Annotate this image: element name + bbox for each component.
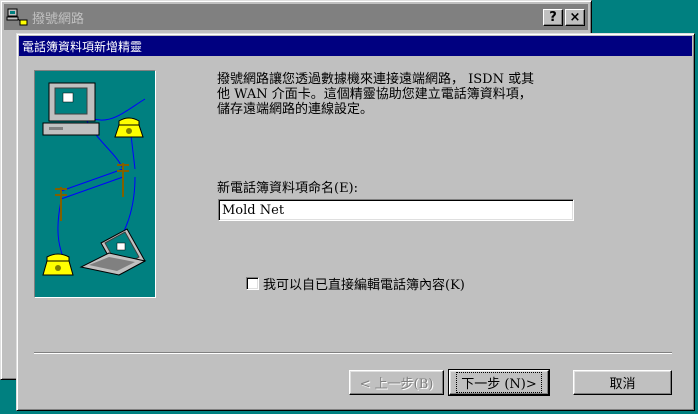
background-window-title: 撥號網路 bbox=[32, 11, 85, 27]
edit-properties-checkbox-label[interactable]: 我可以自已直接編輯電話簿內容(K) bbox=[263, 274, 465, 293]
next-button[interactable]: 下一步 (N)> bbox=[448, 369, 550, 396]
telephone-icon bbox=[42, 253, 74, 276]
laptop-computer-icon bbox=[79, 228, 147, 276]
desktop-computer-icon bbox=[42, 82, 100, 136]
utility-pole-icon bbox=[117, 163, 129, 197]
back-button-label: < 上一步(B) bbox=[359, 377, 434, 392]
phonebook-wizard-window: 電話簿資料項新增精靈 撥號網路讓您透過數據機來連接遠端網路， ISDN 或其 他… bbox=[16, 33, 695, 411]
utility-pole-icon bbox=[55, 187, 67, 221]
wizard-title: 電話簿資料項新增精靈 bbox=[22, 39, 143, 54]
phonebook-entry-name-input[interactable] bbox=[218, 199, 574, 221]
wizard-illustration bbox=[34, 70, 156, 298]
cancel-button-label: 取消 bbox=[609, 377, 636, 392]
separator bbox=[34, 352, 672, 354]
back-button[interactable]: < 上一步(B) bbox=[349, 370, 444, 395]
background-window-titlebar[interactable]: 撥號網路 ? × bbox=[4, 4, 588, 30]
edit-properties-checkbox-row[interactable]: 我可以自已直接編輯電話簿內容(K) bbox=[246, 274, 465, 293]
close-button[interactable]: × bbox=[565, 9, 585, 26]
edit-properties-checkbox[interactable] bbox=[246, 277, 259, 290]
help-button[interactable]: ? bbox=[543, 9, 563, 26]
phonebook-entry-name-label: 新電話簿資料項命名(E): bbox=[217, 181, 359, 196]
cancel-button[interactable]: 取消 bbox=[573, 370, 672, 395]
next-button-label: 下一步 (N)> bbox=[456, 372, 542, 393]
telephone-icon bbox=[114, 117, 144, 138]
wizard-titlebar[interactable]: 電話簿資料項新增精靈 bbox=[19, 36, 692, 56]
dial-up-network-icon bbox=[6, 7, 28, 27]
wizard-intro-text: 撥號網路讓您透過數據機來連接遠端網路， ISDN 或其 他 WAN 介面卡。這個… bbox=[217, 72, 535, 117]
